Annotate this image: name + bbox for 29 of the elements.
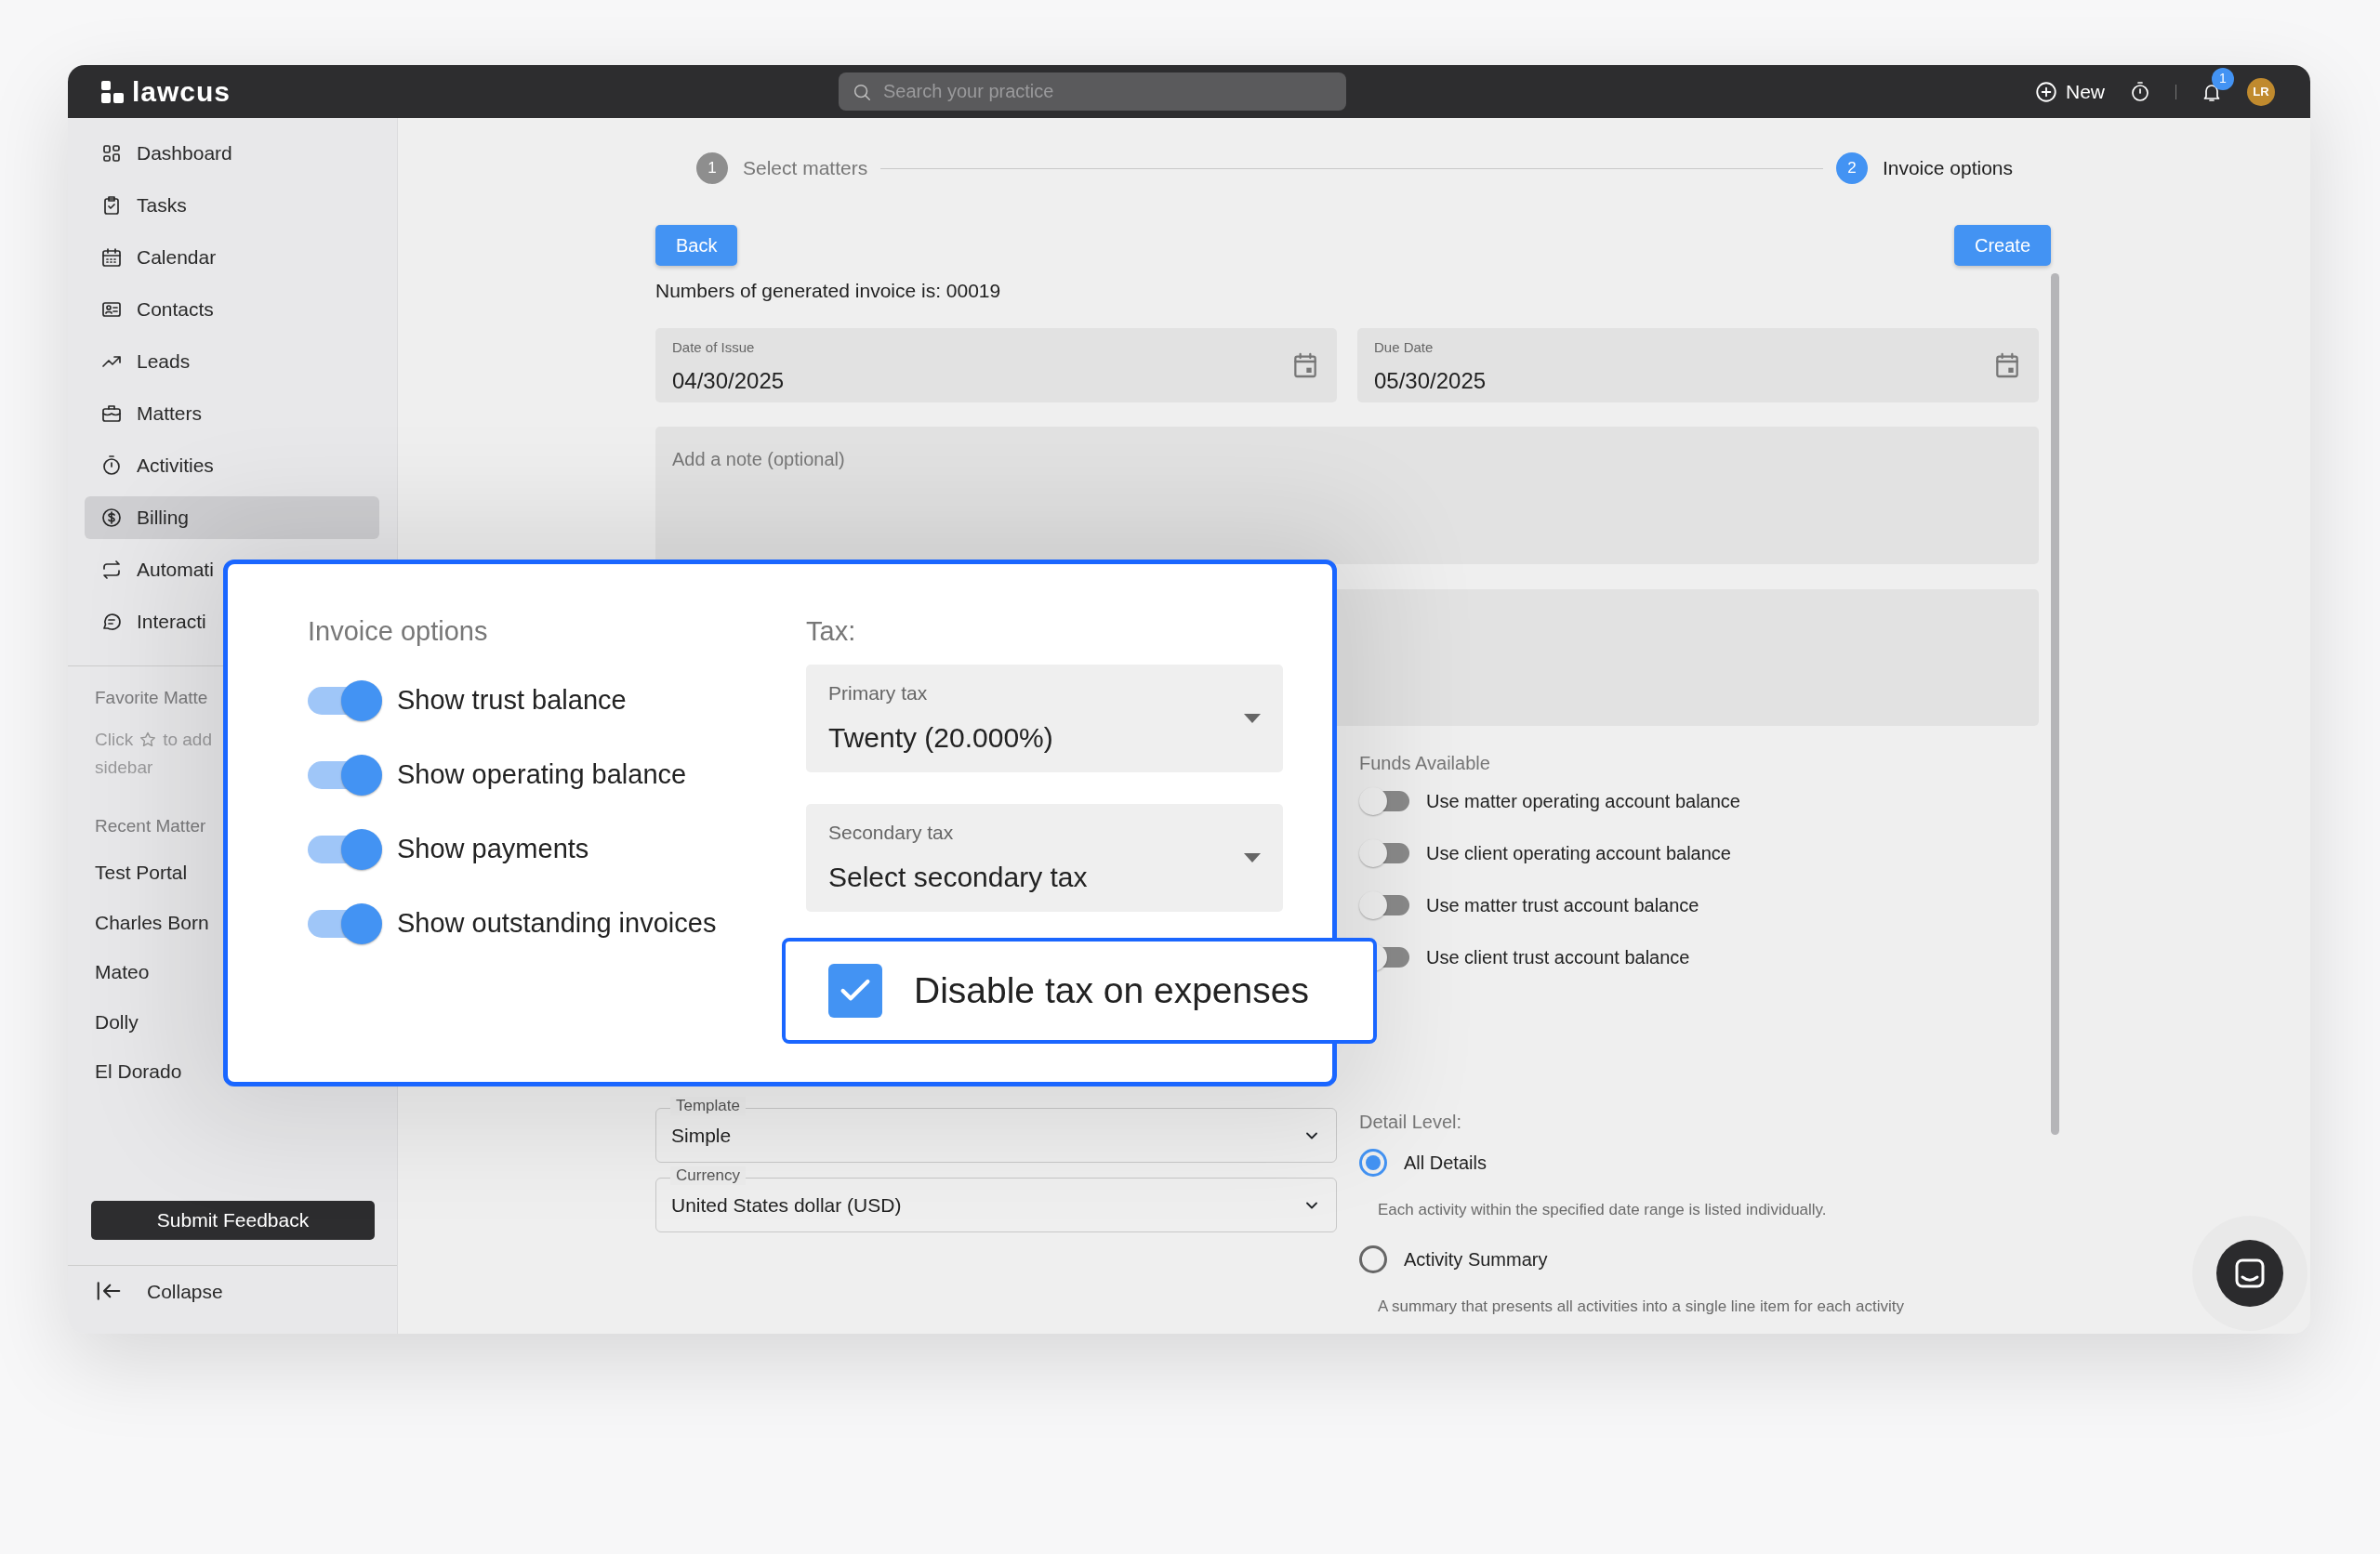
section-heading: Favorite Matte [95,687,208,709]
toggle-label: Show operating balance [397,758,687,792]
hint-text: Click [95,728,134,751]
step-number: 1 [696,152,728,184]
logo-text: lawcus [132,75,231,109]
step-label: Invoice options [1882,156,2013,181]
toggle-label: Show payments [397,833,589,866]
section-heading: Funds Available [1359,752,1491,774]
toggle-label: Use matter trust account balance [1426,894,1699,917]
option-description: Each activity within the specified date range is listed individually. [1377,1200,1828,1220]
option-description: A summary that presents all activities into a single line item for each activity [1377,1296,1905,1317]
notification-badge: 1 [2212,67,2234,90]
checkbox-label: Disable tax on expenses [914,968,1309,1012]
step-number: 2 [1835,152,1868,184]
hint-text: to add [163,728,212,751]
toggle-label: Use matter operating account balance [1426,790,1740,813]
option-label: All Details [1404,1152,1487,1175]
section-heading: Invoice options [308,615,489,647]
invoice-count-text: Numbers of generated invoice is: 00019 [655,279,1002,303]
hint-text: sidebar [95,757,153,779]
section-heading: Recent Matter [95,814,206,837]
toggle-label: Use client trust account balance [1426,946,1690,969]
toggle-label: Use client operating account balance [1426,842,1731,865]
toggle-label: Show trust balance [397,684,627,718]
section-heading: Detail Level: [1359,1111,1463,1133]
step-label: Select matters [743,156,868,181]
section-heading: Tax: [806,615,857,647]
toggle-label: Show outstanding invoices [397,907,717,941]
option-label: Activity Summary [1404,1247,1548,1271]
